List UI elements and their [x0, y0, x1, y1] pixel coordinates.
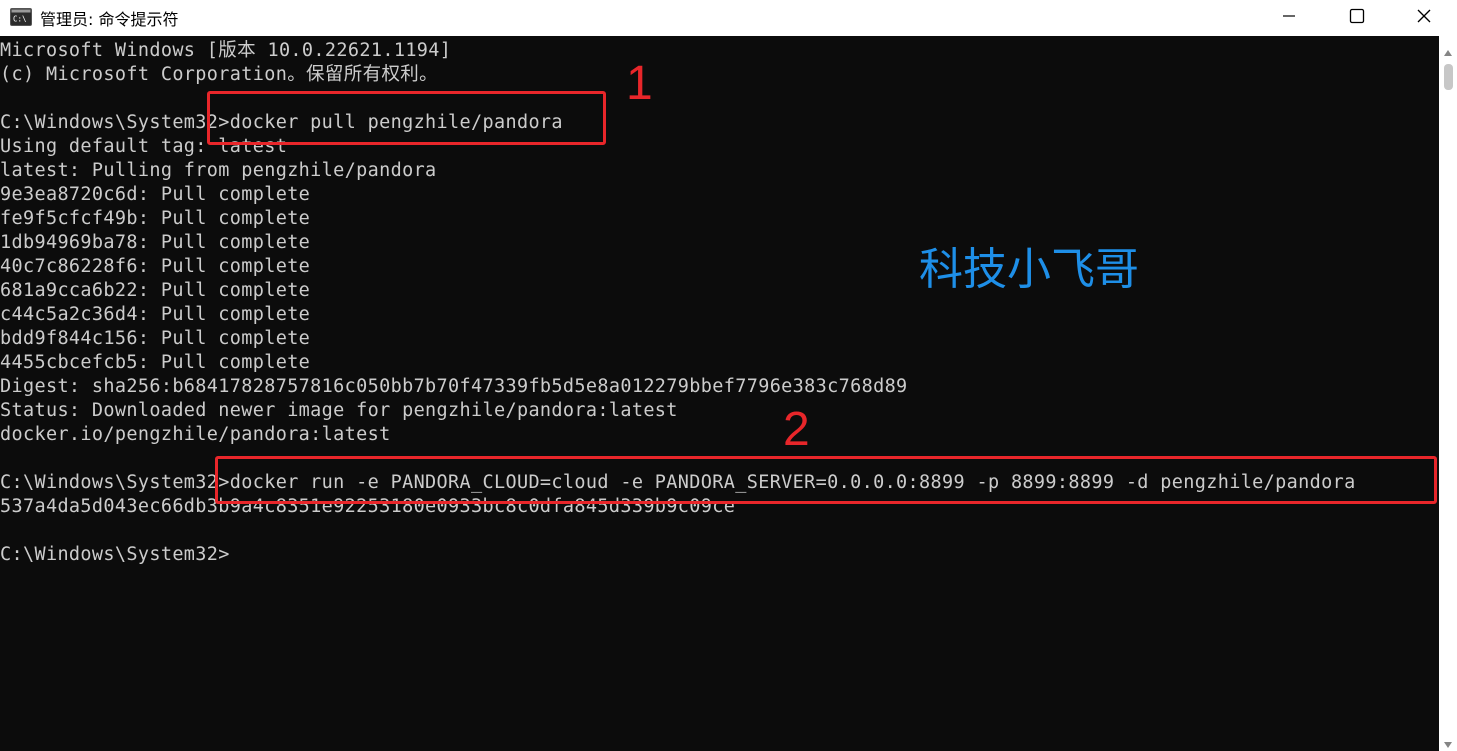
- close-button[interactable]: [1391, 0, 1457, 36]
- cmd-icon: C:\: [10, 8, 32, 26]
- console-line: latest: Pulling from pengzhile/pandora: [0, 160, 437, 181]
- cmd-window: C:\ 管理员: 命令提示符 Microsoft Windows [版本 10.…: [0, 0, 1457, 751]
- console-line: Digest: sha256:b68417828757816c050bb7b70…: [0, 376, 908, 397]
- step-2-label: 2: [783, 403, 810, 456]
- console-line: 9e3ea8720c6d: Pull complete: [0, 184, 311, 205]
- close-icon: [1416, 8, 1432, 29]
- console-line: Status: Downloaded newer image for pengz…: [0, 400, 678, 421]
- scroll-down-arrow-icon[interactable]: [1443, 736, 1453, 748]
- console-line: Microsoft Windows [版本 10.0.22621.1194]: [0, 40, 452, 61]
- console-line: c44c5a2c36d4: Pull complete: [0, 304, 311, 325]
- console-line: 1db94969ba78: Pull complete: [0, 232, 311, 253]
- minimize-icon: [1282, 9, 1296, 28]
- vertical-scrollbar[interactable]: [1439, 36, 1457, 751]
- watermark-text: 科技小飞哥: [919, 244, 1139, 295]
- console-line: bdd9f844c156: Pull complete: [0, 328, 311, 349]
- highlight-box-step-2: [215, 456, 1437, 504]
- title-bar[interactable]: C:\ 管理员: 命令提示符: [0, 0, 1457, 36]
- scrollbar-thumb[interactable]: [1444, 64, 1453, 90]
- maximize-icon: [1349, 8, 1365, 29]
- console-line: fe9f5cfcf49b: Pull complete: [0, 208, 311, 229]
- minimize-button[interactable]: [1255, 0, 1323, 36]
- window-title: 管理员: 命令提示符: [40, 10, 179, 29]
- highlight-box-step-1: [207, 91, 606, 145]
- console-line: 4455cbcefcb5: Pull complete: [0, 352, 311, 373]
- maximize-button[interactable]: [1323, 0, 1391, 36]
- console-line: (c) Microsoft Corporation。保留所有权利。: [0, 64, 438, 85]
- step-1-label: 1: [626, 57, 653, 110]
- console-line: 681a9cca6b22: Pull complete: [0, 280, 311, 301]
- console-line: docker.io/pengzhile/pandora:latest: [0, 424, 391, 445]
- scroll-up-arrow-icon[interactable]: [1443, 44, 1453, 56]
- command-prompt[interactable]: C:\Windows\System32>: [0, 543, 230, 567]
- svg-text:C:\: C:\: [13, 15, 27, 24]
- console-line: 40c7c86228f6: Pull complete: [0, 256, 311, 277]
